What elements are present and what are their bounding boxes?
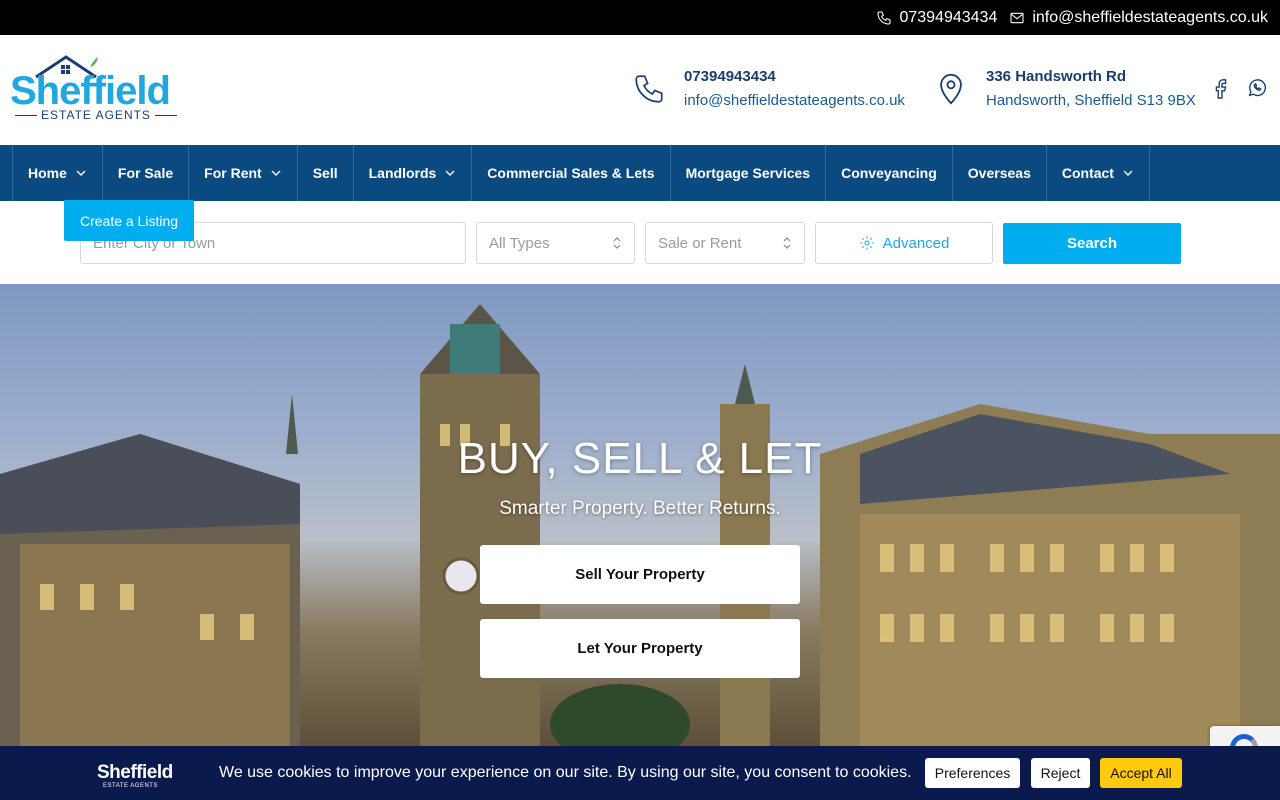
header-address-line2: Handsworth, Sheffield S13 9BX bbox=[986, 92, 1196, 109]
advanced-label: Advanced bbox=[882, 234, 950, 252]
hero-subtitle: Smarter Property. Better Returns. bbox=[499, 498, 781, 519]
updown-chevron-icon bbox=[783, 237, 791, 249]
nav-item-label: Sell bbox=[312, 165, 338, 181]
cookie-message: We use cookies to improve your experienc… bbox=[219, 764, 912, 781]
phone-icon bbox=[877, 10, 891, 25]
search-button[interactable]: Search bbox=[1003, 223, 1181, 264]
chevron-down-icon bbox=[445, 170, 455, 176]
phone-icon bbox=[635, 74, 663, 103]
cookie-logo-tagline: ESTATE AGENTS bbox=[103, 783, 158, 789]
type-select-value: All Types bbox=[489, 234, 550, 252]
nav-item-label: Mortgage Services bbox=[685, 165, 811, 181]
hero-banner: BUY, SELL & LET Smarter Property. Better… bbox=[0, 284, 1280, 746]
header-email[interactable]: info@sheffieldestateagents.co.uk bbox=[684, 92, 905, 109]
envelope-icon bbox=[1010, 12, 1024, 23]
header-phone[interactable]: 07394943434 bbox=[684, 68, 905, 85]
nav-item-mortgage[interactable]: Mortgage Services bbox=[671, 145, 827, 201]
header-address-line1: 336 Handsworth Rd bbox=[986, 68, 1127, 85]
cookie-logo: Sheffield ESTATE AGENTS bbox=[97, 756, 175, 790]
updown-chevron-icon bbox=[613, 237, 621, 249]
top-email-text: info@sheffieldestateagents.co.uk bbox=[1032, 8, 1268, 26]
let-property-button[interactable]: Let Your Property bbox=[480, 619, 800, 678]
map-pin-icon bbox=[940, 73, 962, 104]
nav-item-for-rent[interactable]: For Rent bbox=[189, 145, 298, 201]
status-select[interactable]: Sale or Rent bbox=[645, 222, 805, 264]
nav-item-label: Overseas bbox=[967, 165, 1031, 181]
chevron-down-icon bbox=[271, 170, 281, 176]
nav-item-home[interactable]: Home bbox=[12, 145, 103, 201]
nav-item-for-sale[interactable]: For Sale bbox=[103, 145, 190, 201]
create-listing-button[interactable]: Create a Listing bbox=[64, 200, 194, 241]
whatsapp-icon[interactable] bbox=[1246, 77, 1268, 99]
site-logo[interactable]: Sheffield ESTATE AGENTS bbox=[10, 53, 185, 123]
status-select-value: Sale or Rent bbox=[658, 234, 742, 252]
top-email-link[interactable]: info@sheffieldestateagents.co.uk bbox=[1009, 9, 1268, 27]
type-select[interactable]: All Types bbox=[476, 222, 635, 264]
chevron-down-icon bbox=[76, 170, 86, 176]
header-phone-block: 07394943434 info@sheffieldestateagents.c… bbox=[632, 68, 905, 109]
nav-item-label: Contact bbox=[1061, 165, 1114, 181]
nav-item-conveyancing[interactable]: Conveyancing bbox=[826, 145, 953, 201]
nav-item-sell[interactable]: Sell bbox=[298, 145, 354, 201]
logo-tagline: ESTATE AGENTS bbox=[10, 108, 182, 122]
main-nav: Home For Sale For Rent Sell Landlords Co… bbox=[0, 145, 1280, 201]
top-phone-text: 07394943434 bbox=[899, 8, 998, 26]
facebook-icon[interactable] bbox=[1210, 77, 1232, 99]
cookie-logo-wordmark: Sheffield bbox=[97, 762, 173, 783]
advanced-button[interactable]: Advanced bbox=[815, 222, 993, 264]
header-address-block: 336 Handsworth Rd Handsworth, Sheffield … bbox=[934, 68, 1196, 109]
nav-item-landlords[interactable]: Landlords bbox=[354, 145, 473, 201]
nav-item-label: Conveyancing bbox=[841, 165, 937, 181]
top-bar: 07394943434 info@sheffieldestateagents.c… bbox=[0, 0, 1280, 35]
sell-property-button[interactable]: Sell Your Property bbox=[480, 545, 800, 604]
hero-title: BUY, SELL & LET bbox=[457, 434, 823, 483]
social-links bbox=[1210, 77, 1268, 99]
nav-item-label: Home bbox=[28, 165, 67, 181]
nav-item-label: For Rent bbox=[204, 165, 262, 181]
nav-item-label: Commercial Sales & Lets bbox=[487, 165, 655, 181]
nav-item-label: Landlords bbox=[368, 165, 437, 181]
cookie-preferences-button[interactable]: Preferences bbox=[925, 758, 1020, 788]
nav-item-overseas[interactable]: Overseas bbox=[953, 145, 1047, 201]
cookie-banner: Sheffield ESTATE AGENTS We use cookies t… bbox=[0, 746, 1280, 800]
nav-item-commercial[interactable]: Commercial Sales & Lets bbox=[472, 145, 671, 201]
top-phone-link[interactable]: 07394943434 bbox=[876, 9, 997, 27]
chevron-down-icon bbox=[1123, 170, 1133, 176]
cookie-accept-button[interactable]: Accept All bbox=[1100, 758, 1182, 788]
gear-icon bbox=[859, 236, 874, 250]
nav-item-contact[interactable]: Contact bbox=[1047, 145, 1150, 201]
cookie-reject-button[interactable]: Reject bbox=[1031, 758, 1090, 788]
nav-item-label: For Sale bbox=[117, 165, 174, 181]
site-header: Sheffield ESTATE AGENTS 07394943434 info… bbox=[0, 35, 1280, 145]
